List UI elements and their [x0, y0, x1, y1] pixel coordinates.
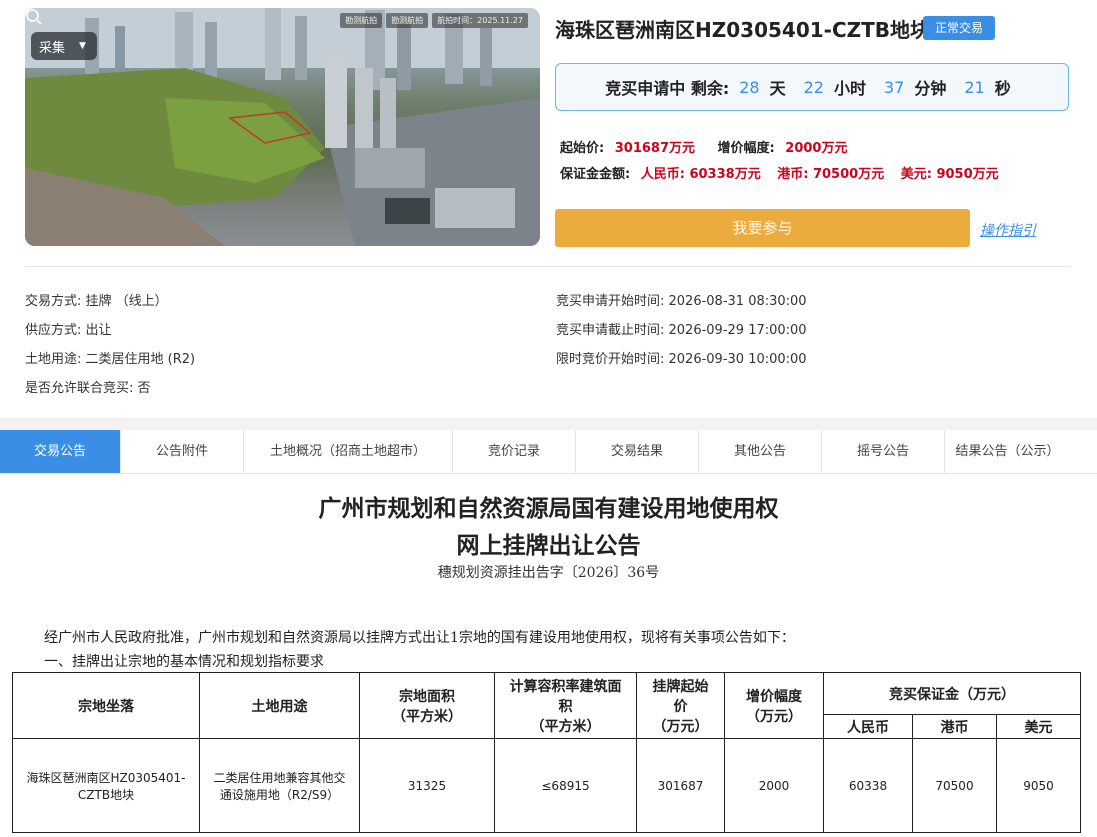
table-row: 海珠区琶洲南区HZ0305401- CZTB地块 二类居住用地兼容其他交 通设施…	[12, 738, 1081, 833]
tab-land-overview[interactable]: 土地概况（招商土地超市）	[244, 430, 453, 473]
price-line-deposit: 保证金金额: 人民币: 60338万元 港币: 70500万元 美元: 9050…	[560, 163, 999, 182]
info-supply-mode: 供应方式: 出让	[25, 323, 112, 338]
collect-dropdown-button[interactable]: 采集 ▼	[31, 32, 97, 60]
th-hkd: 港币	[912, 714, 997, 739]
countdown-minutes-unit: 分钟	[914, 79, 947, 98]
operation-guide-link[interactable]: 操作指引	[980, 220, 1036, 240]
cell-usd: 9050	[996, 738, 1081, 833]
photo-tags: 勘测航拍 勘测航拍 航拍时间：2025.11.27	[340, 13, 528, 28]
zoom-search-icon[interactable]	[25, 8, 43, 26]
status-badge: 正常交易	[923, 16, 996, 40]
th-far-line3: （平方米）	[530, 718, 601, 735]
cell-far-area: ≤68915	[494, 738, 637, 833]
land-aerial-photo[interactable]: 采集 ▼ 勘测航拍 勘测航拍 航拍时间：2025.11.27	[25, 8, 540, 246]
cell-start-price: 301687	[636, 738, 725, 833]
th-far-area: 计算容积率建筑面 积 （平方米）	[494, 672, 637, 739]
info-trade-mode: 交易方式: 挂牌 （线上）	[25, 294, 168, 309]
page-title: 海珠区琶洲南区HZ0305401-CZTB地块	[555, 18, 931, 42]
hkd-label: 港币:	[777, 167, 809, 182]
notice-section1-heading: 一、挂牌出让宗地的基本情况和规划指标要求	[44, 654, 324, 670]
th-start-line3: （万元）	[652, 718, 709, 735]
cell-rmb: 60338	[823, 738, 913, 833]
tab-attachments[interactable]: 公告附件	[121, 430, 244, 473]
th-far-line2: 积	[558, 698, 573, 715]
cell-usage: 二类居住用地兼容其他交 通设施用地（R2/S9）	[199, 738, 360, 833]
th-increment: 增价幅度 （万元）	[724, 672, 824, 739]
hkd-value: 70500万元	[812, 167, 885, 182]
deposit-label: 保证金金额:	[560, 167, 631, 182]
countdown-days: 28	[739, 77, 760, 97]
divider	[25, 266, 1070, 267]
th-start-line2: 价	[673, 698, 688, 715]
join-button[interactable]: 我要参与	[555, 209, 970, 247]
rmb-label: 人民币:	[640, 167, 685, 182]
notice-intro: 经广州市人民政府批准，广州市规划和自然资源局以挂牌方式出让1宗地的国有建设用地使…	[44, 630, 795, 646]
increment-label: 增价幅度:	[717, 141, 775, 156]
cell-usage-line2: 通设施用地（R2/S9）	[219, 787, 340, 802]
aerial-photo-drawing	[25, 8, 540, 246]
th-start-price: 挂牌起始 价 （万元）	[636, 672, 725, 739]
tab-result-notice[interactable]: 结果公告（公示）	[945, 430, 1070, 473]
th-usd: 美元	[996, 714, 1081, 739]
th-inc-line1: 增价幅度	[746, 688, 802, 705]
tab-other-notices[interactable]: 其他公告	[699, 430, 822, 473]
tab-bid-records[interactable]: 竞价记录	[453, 430, 576, 473]
cell-area: 31325	[359, 738, 495, 833]
notice-title-line2: 网上挂牌出让公告	[456, 532, 641, 559]
th-inc-line2: （万元）	[746, 708, 802, 725]
photo-tag: 航拍时间：2025.11.27	[432, 13, 528, 28]
cell-location: 海珠区琶洲南区HZ0305401- CZTB地块	[12, 738, 200, 833]
info-apply-end: 竞买申请截止时间: 2026-09-29 17:00:00	[556, 323, 807, 338]
countdown-box: 竞买申请中 剩余: 28 天 22 小时 37 分钟 21 秒	[555, 63, 1069, 111]
photo-tag: 勘测航拍	[340, 13, 383, 28]
cell-location-line2: CZTB地块	[77, 787, 135, 802]
th-deposit: 竞买保证金（万元）	[823, 672, 1081, 715]
notice-doc-number: 穗规划资源挂出告字〔2026〕36号	[437, 565, 660, 581]
countdown-minutes: 37	[883, 77, 905, 97]
usd-label: 美元:	[900, 167, 932, 182]
photo-tag: 勘测航拍	[386, 13, 429, 28]
cell-increment: 2000	[724, 738, 824, 833]
th-area-line2: （平方米）	[392, 708, 462, 725]
collect-label: 采集	[39, 40, 66, 56]
th-start-line1: 挂牌起始	[652, 678, 709, 695]
cell-hkd: 70500	[912, 738, 997, 833]
th-area-line1: 宗地面积	[399, 688, 455, 705]
countdown-hours: 22	[803, 77, 824, 97]
chevron-down-icon: ▼	[79, 41, 86, 51]
start-price-value: 301687万元	[614, 141, 696, 156]
countdown-days-unit: 天	[769, 79, 786, 98]
tab-bar: 交易公告 公告附件 土地概况（招商土地超市） 竞价记录 交易结果 其他公告 摇号…	[0, 430, 1097, 474]
th-area: 宗地面积 （平方米）	[359, 672, 495, 739]
start-price-label: 起始价:	[560, 141, 605, 156]
tab-trade-result[interactable]: 交易结果	[576, 430, 699, 473]
notice-title-line1: 广州市规划和自然资源局国有建设用地使用权	[318, 495, 779, 522]
countdown-seconds: 21	[964, 77, 985, 97]
countdown-label: 竞买申请中 剩余:	[605, 79, 730, 98]
rmb-value: 60338万元	[689, 167, 761, 182]
land-info-table: 宗地坐落 土地用途 宗地面积 （平方米） 计算容积率建筑面 积 （平方米） 挂牌…	[12, 672, 1081, 833]
th-usage: 土地用途	[199, 672, 360, 739]
tab-trade-notice[interactable]: 交易公告	[0, 430, 121, 473]
price-line-start: 起始价: 301687万元 增价幅度: 2000万元	[560, 137, 847, 156]
info-land-use: 土地用途: 二类居住用地 (R2)	[25, 352, 196, 367]
info-apply-start: 竞买申请开始时间: 2026-08-31 08:30:00	[556, 294, 807, 309]
cell-usage-line1: 二类居住用地兼容其他交	[213, 770, 346, 785]
th-rmb: 人民币	[823, 714, 913, 739]
section-gap	[0, 418, 1097, 430]
info-joint-bid: 是否允许联合竞买: 否	[25, 381, 151, 396]
countdown-hours-unit: 小时	[833, 79, 866, 98]
countdown-seconds-unit: 秒	[994, 79, 1011, 98]
increment-value: 2000万元	[785, 141, 848, 156]
cell-location-line1: 海珠区琶洲南区HZ0305401-	[26, 770, 186, 785]
tab-lottery-notice[interactable]: 摇号公告	[822, 430, 945, 473]
info-bid-start: 限时竞价开始时间: 2026-09-30 10:00:00	[556, 352, 807, 367]
th-location: 宗地坐落	[12, 672, 200, 739]
th-far-line1: 计算容积率建筑面	[509, 678, 622, 695]
usd-value: 9050万元	[936, 167, 999, 182]
